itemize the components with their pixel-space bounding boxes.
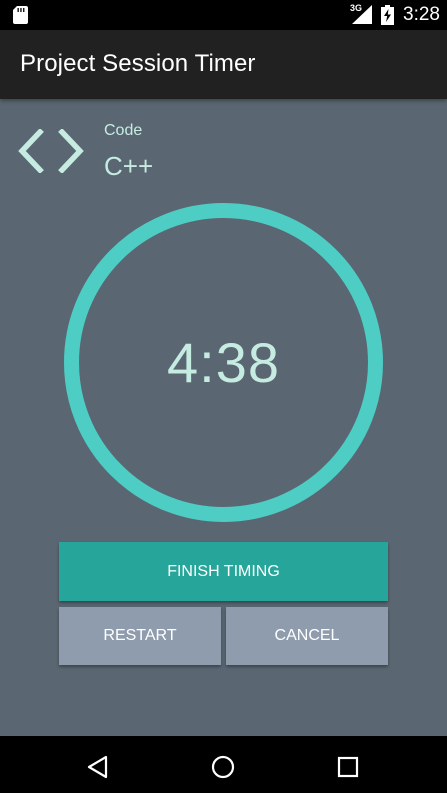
home-icon[interactable] [210,754,236,780]
app-bar: Project Session Timer [0,30,447,99]
sd-card-icon [13,6,28,24]
cancel-button[interactable]: CANCEL [226,607,388,665]
battery-charging-icon [381,5,394,25]
code-brackets-icon [18,129,84,173]
signal-icon [352,5,372,24]
back-icon[interactable] [86,754,112,780]
restart-button[interactable]: RESTART [59,607,221,665]
navigation-bar [0,736,447,793]
timer-screen: Code C++ 4:38 FINISH TIMING RESTART CANC… [0,99,447,736]
category-label: Code [104,122,143,139]
status-bar: 3G 3:28 [0,0,447,30]
status-clock: 3:28 [403,4,440,25]
category-value: C++ [104,151,154,181]
recents-icon[interactable] [335,754,361,780]
finish-timing-button[interactable]: FINISH TIMING [59,542,388,601]
app-title: Project Session Timer [20,50,256,77]
timer-display: 4:38 [167,331,280,394]
